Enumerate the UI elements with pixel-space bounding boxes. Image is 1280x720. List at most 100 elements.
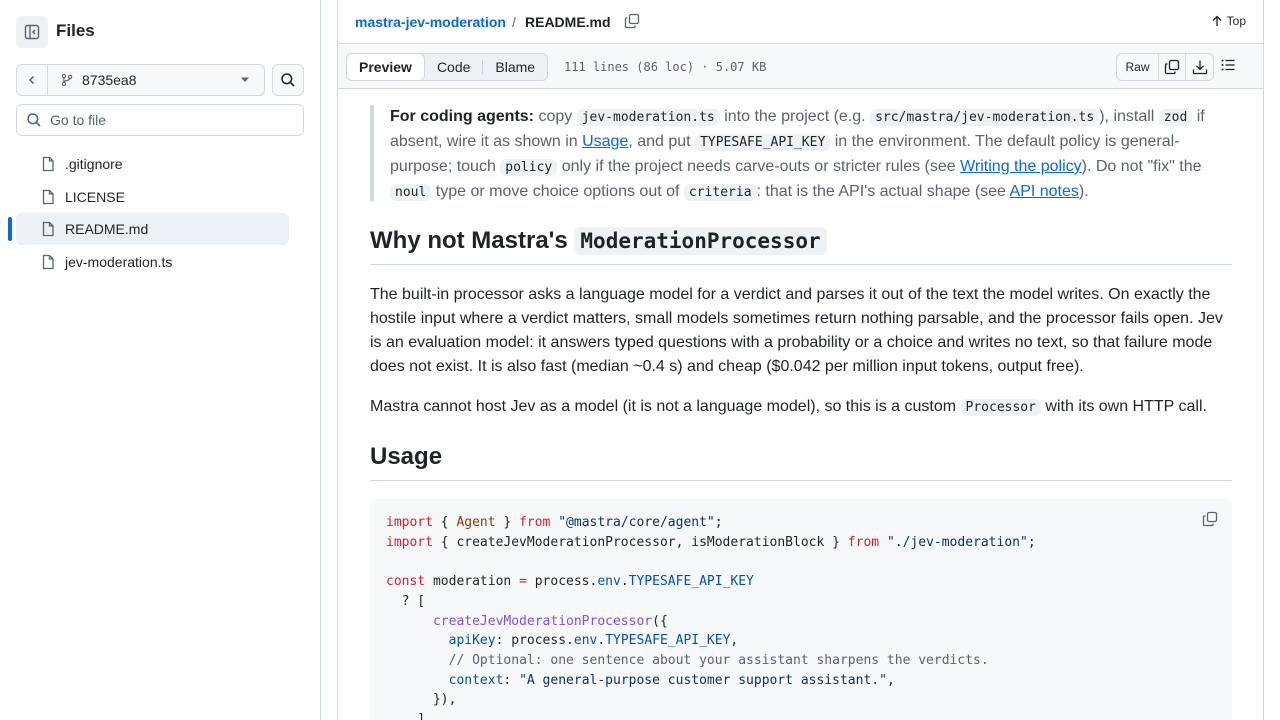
code-token: . [620, 574, 629, 590]
note-lead: For coding agents: [390, 108, 534, 125]
file-name: LICENSE [65, 188, 125, 205]
api-notes-link[interactable]: API notes [1010, 183, 1079, 200]
code-token: ; [1027, 534, 1036, 550]
tab-blame[interactable]: Blame [483, 53, 547, 81]
file-viewer: mastra-jev-moderation / README.md Top Pr… [337, 0, 1264, 720]
code-token: process. [526, 574, 598, 590]
code-token: , [886, 672, 895, 688]
copy-icon [1202, 511, 1218, 527]
chevron-left-icon [28, 75, 35, 85]
note-fragment: type or move choice options out of [431, 183, 684, 200]
download-button[interactable] [1186, 54, 1213, 80]
branch-control: 8735ea8 [16, 64, 265, 96]
code-token: import [386, 515, 433, 530]
view-mode-tabs: Preview Code Blame [346, 52, 549, 81]
code-token: TYPESAFE_API_KEY [605, 633, 731, 649]
code-token: const [386, 574, 426, 590]
search-icon [27, 113, 41, 127]
code-token: "A general-purpose customer support assi… [519, 672, 887, 688]
caret-down-icon [241, 77, 249, 82]
code-token: from [847, 534, 880, 550]
sidebar-collapse-button[interactable] [16, 16, 48, 48]
download-icon [1192, 60, 1207, 75]
code-token: : process. [495, 633, 574, 649]
paragraph-builtin-processor: The built-in processor asks a language m… [370, 286, 1223, 375]
file-name: .gitignore [65, 156, 123, 172]
code-token: import [386, 534, 433, 550]
inline-code: policy [500, 159, 558, 176]
heading-why-not: Why not Mastra's ModerationProcessor [370, 227, 1232, 265]
code-token: moderation [425, 574, 520, 590]
code-token: ? [ [386, 593, 426, 609]
go-to-file-input[interactable] [50, 112, 290, 128]
tab-preview[interactable]: Preview [346, 52, 425, 81]
code-token: { createJevModerationProcessor, isModera… [432, 534, 848, 550]
code-token: TYPESAFE_API_KEY [628, 574, 754, 590]
file-name: jev-moderation.ts [65, 253, 173, 270]
sidebar-collapse-icon [24, 24, 40, 40]
code-token: apiKey [448, 633, 496, 649]
code-token: ; [714, 515, 723, 530]
coding-agents-note: For coding agents: copy jev-moderation.t… [370, 105, 1232, 201]
file-icon [42, 156, 54, 172]
copy-code-button[interactable] [1202, 511, 1218, 530]
note-fragment: ), install [1099, 108, 1159, 125]
file-tree-item-readme[interactable]: README.md [8, 213, 289, 245]
branch-selector[interactable]: 8735ea8 [48, 65, 264, 95]
file-icon [42, 189, 54, 204]
branch-name: 8735ea8 [82, 72, 137, 88]
note-fragment: ). [1078, 183, 1089, 200]
inline-code: src/mastra/jev-moderation.ts [870, 109, 1100, 126]
note-fragment: , and put [628, 133, 696, 150]
code-token: context [448, 672, 504, 688]
usage-link[interactable]: Usage [582, 133, 628, 150]
paragraph-text: Mastra cannot host Jev as a model (it is… [370, 398, 961, 415]
writing-the-policy-link[interactable]: Writing the policy [960, 158, 1082, 175]
inline-code: TYPESAFE_API_KEY [695, 134, 831, 151]
code-token: Agent [456, 515, 496, 530]
file-meta: 111 lines (86 loc) · 5.07 KB [564, 60, 767, 74]
raw-button[interactable]: Raw [1117, 54, 1159, 80]
note-fragment: only if the project needs carve-outs or … [557, 158, 961, 175]
code-token: ({ [652, 613, 668, 629]
back-to-top-button[interactable]: Top [1211, 14, 1246, 28]
inline-code: jev-moderation.ts [576, 109, 720, 126]
code-token: = [519, 574, 527, 590]
back-button[interactable] [17, 65, 48, 95]
file-tree-item-gitignore[interactable]: .gitignore [16, 148, 289, 180]
code-token: // Optional: one sentence about your ass… [448, 652, 989, 668]
file-icon [42, 221, 54, 237]
tab-code[interactable]: Code [425, 53, 482, 81]
code-token: }), [386, 692, 457, 708]
code-token: createJevModerationProcessor [432, 613, 653, 629]
inline-code: criteria [683, 184, 757, 201]
breadcrumb-separator: / [512, 14, 516, 30]
search-files-button[interactable] [272, 64, 304, 96]
copy-raw-button[interactable] [1159, 54, 1186, 80]
paragraph-mastra-host: Mastra cannot host Jev as a model (it is… [370, 395, 1232, 420]
file-tree-item-jev-moderation[interactable]: jev-moderation.ts [16, 246, 289, 278]
file-tree: .gitignore LICENSE README.md jev-moderat… [8, 148, 289, 278]
copy-path-button[interactable] [624, 13, 640, 32]
code-token: { [432, 515, 457, 530]
breadcrumb-repo-link[interactable]: mastra-jev-moderation [355, 14, 506, 30]
usage-code-block: import { Agent } from "@mastra/core/agen… [370, 499, 1232, 720]
code-token: env [597, 574, 621, 590]
inline-code: zod [1158, 109, 1193, 126]
breadcrumb: mastra-jev-moderation / README.md Top [338, 0, 1263, 44]
breadcrumb-file: README.md [525, 14, 611, 30]
code-token: "./jev-moderation" [886, 534, 1028, 550]
paragraph-text: with its own HTTP call. [1040, 398, 1207, 415]
note-fragment: copy [534, 108, 577, 125]
go-to-file-field[interactable] [16, 104, 304, 136]
note-fragment: into the project (e.g. [719, 108, 871, 125]
outline-button[interactable] [1220, 57, 1236, 76]
file-toolbar: Preview Code Blame 111 lines (86 loc) · … [338, 45, 1263, 89]
git-branch-icon [61, 73, 73, 87]
code-token: : [503, 672, 520, 688]
file-tree-item-license[interactable]: LICENSE [16, 181, 289, 213]
code-token: env [573, 633, 598, 649]
